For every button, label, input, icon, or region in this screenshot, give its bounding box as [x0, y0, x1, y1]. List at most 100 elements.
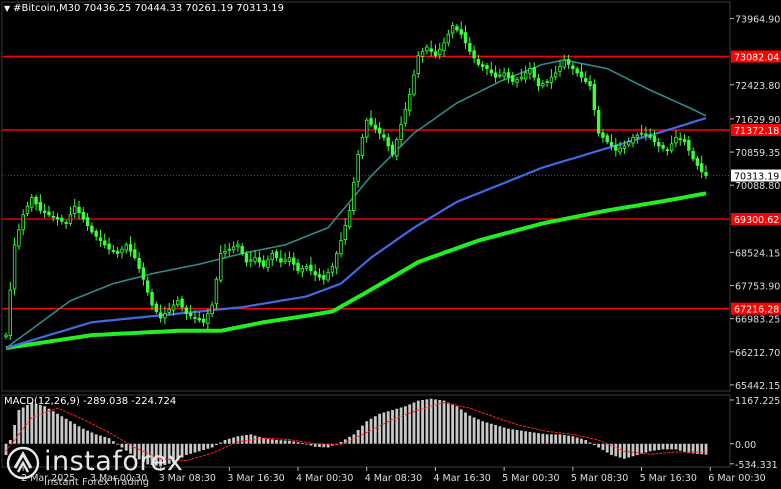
- macd-histogram-bar: [657, 443, 661, 450]
- macd-histogram-bar: [472, 417, 476, 444]
- candle-body: [98, 237, 103, 241]
- candle-body: [107, 243, 111, 250]
- candle-body: [528, 68, 532, 74]
- candle-body: [429, 48, 433, 52]
- moving-average-mid[interactable]: [5, 117, 707, 350]
- candle-body: [51, 215, 55, 218]
- candle-body: [480, 64, 485, 67]
- macd-histogram-bar: [206, 443, 210, 449]
- macd-histogram-bar: [64, 418, 68, 444]
- candle-body: [300, 268, 305, 273]
- candle-body: [158, 312, 163, 319]
- time-tick-label: 5 Mar 08:30: [571, 473, 628, 484]
- macd-histogram-bar: [562, 435, 566, 444]
- candle-body: [180, 298, 184, 308]
- candle-body: [206, 313, 210, 324]
- macd-histogram-bar: [541, 433, 545, 444]
- candle-body: [85, 217, 90, 226]
- candle-body: [618, 147, 622, 153]
- candle-body: [631, 136, 635, 144]
- macd-histogram-bar: [601, 443, 605, 450]
- macd-histogram-bar: [262, 438, 266, 444]
- candle-body: [34, 196, 38, 205]
- candle-body: [605, 135, 609, 143]
- candle-body: [240, 246, 244, 254]
- macd-histogram-bar: [584, 440, 588, 444]
- instaforex-logo-icon: [6, 446, 40, 480]
- candle-body: [455, 26, 459, 31]
- macd-histogram-bar: [640, 443, 643, 454]
- macd-histogram-bar: [111, 441, 115, 444]
- candle-body: [412, 74, 416, 95]
- macd-histogram-bar: [339, 441, 343, 444]
- macd-histogram-bar: [73, 423, 77, 444]
- candle-body: [103, 240, 107, 246]
- candle-body: [236, 244, 240, 247]
- candle-body: [77, 206, 81, 214]
- macd-histogram-bar: [580, 438, 583, 444]
- price-tick-label: 65442.15: [735, 381, 780, 392]
- candle-body: [463, 32, 468, 44]
- candle-body: [197, 317, 201, 321]
- macd-histogram-bar: [292, 441, 296, 444]
- candle-body: [227, 248, 232, 251]
- price-tick-label: 66983.25: [735, 315, 780, 326]
- candle-body: [596, 110, 601, 134]
- candle-body: [545, 81, 549, 83]
- ohlc-open: 70436.25: [83, 3, 132, 14]
- price-tick-label: 67753.90: [735, 282, 780, 293]
- candle-body: [115, 250, 120, 254]
- candle-body: [334, 253, 339, 269]
- candle-body: [523, 72, 528, 80]
- candle-body: [292, 257, 296, 265]
- candle-body: [532, 67, 536, 78]
- candle-body: [309, 264, 313, 272]
- macd-histogram-bar: [275, 440, 278, 444]
- candle-body: [296, 262, 300, 272]
- ohlc-low: 70261.19: [185, 3, 234, 14]
- candle-body: [313, 271, 317, 276]
- candle-body: [468, 43, 472, 52]
- candle-body: [498, 74, 502, 77]
- candle-body: [511, 75, 515, 82]
- candle-body: [648, 134, 652, 138]
- macd-histogram-bar: [412, 402, 416, 444]
- candle-body: [609, 141, 614, 147]
- candle-body: [373, 124, 378, 130]
- candle-body: [386, 137, 390, 147]
- logo-tagline: Instant Forex Trading: [44, 477, 150, 488]
- macd-histogram-bar: [215, 443, 218, 445]
- macd-histogram-bar: [403, 406, 407, 444]
- macd-histogram-bar: [438, 400, 442, 444]
- macd-histogram-bar: [86, 430, 89, 444]
- macd-histogram-bar: [627, 443, 631, 458]
- candle-body: [150, 292, 154, 306]
- macd-histogram-bar: [240, 435, 244, 444]
- macd-histogram-bar: [99, 435, 102, 444]
- macd-histogram-bar: [103, 436, 107, 444]
- macd-histogram-bar: [545, 434, 549, 444]
- price-pane[interactable]: [2, 21, 730, 350]
- macd-histogram-bar: [227, 438, 231, 444]
- candle-body: [566, 58, 571, 65]
- candle-body: [592, 84, 597, 110]
- macd-histogram-bar: [519, 430, 523, 444]
- symbol-dropdown-icon[interactable]: ▼: [4, 4, 10, 13]
- current-price-label: 70313.19: [734, 172, 779, 183]
- macd-histogram-bar: [605, 443, 609, 453]
- candle-body: [536, 78, 541, 87]
- macd-histogram-bar: [528, 431, 532, 444]
- macd-histogram-bar: [515, 430, 519, 444]
- candle-body: [163, 313, 167, 319]
- moving-average-fast[interactable]: [5, 59, 707, 349]
- trading-chart[interactable]: 73964.9072423.8071629.9070859.3570088.80…: [0, 0, 781, 489]
- candle-body: [55, 216, 60, 220]
- candle-body: [493, 72, 498, 78]
- candle-body: [304, 265, 309, 269]
- candle-body: [562, 59, 566, 68]
- candle-body: [287, 257, 292, 262]
- macd-histogram-bar: [116, 443, 120, 445]
- macd-histogram-bar: [704, 443, 708, 455]
- macd-histogram-bar: [502, 427, 506, 444]
- macd-histogram-bar: [567, 435, 570, 444]
